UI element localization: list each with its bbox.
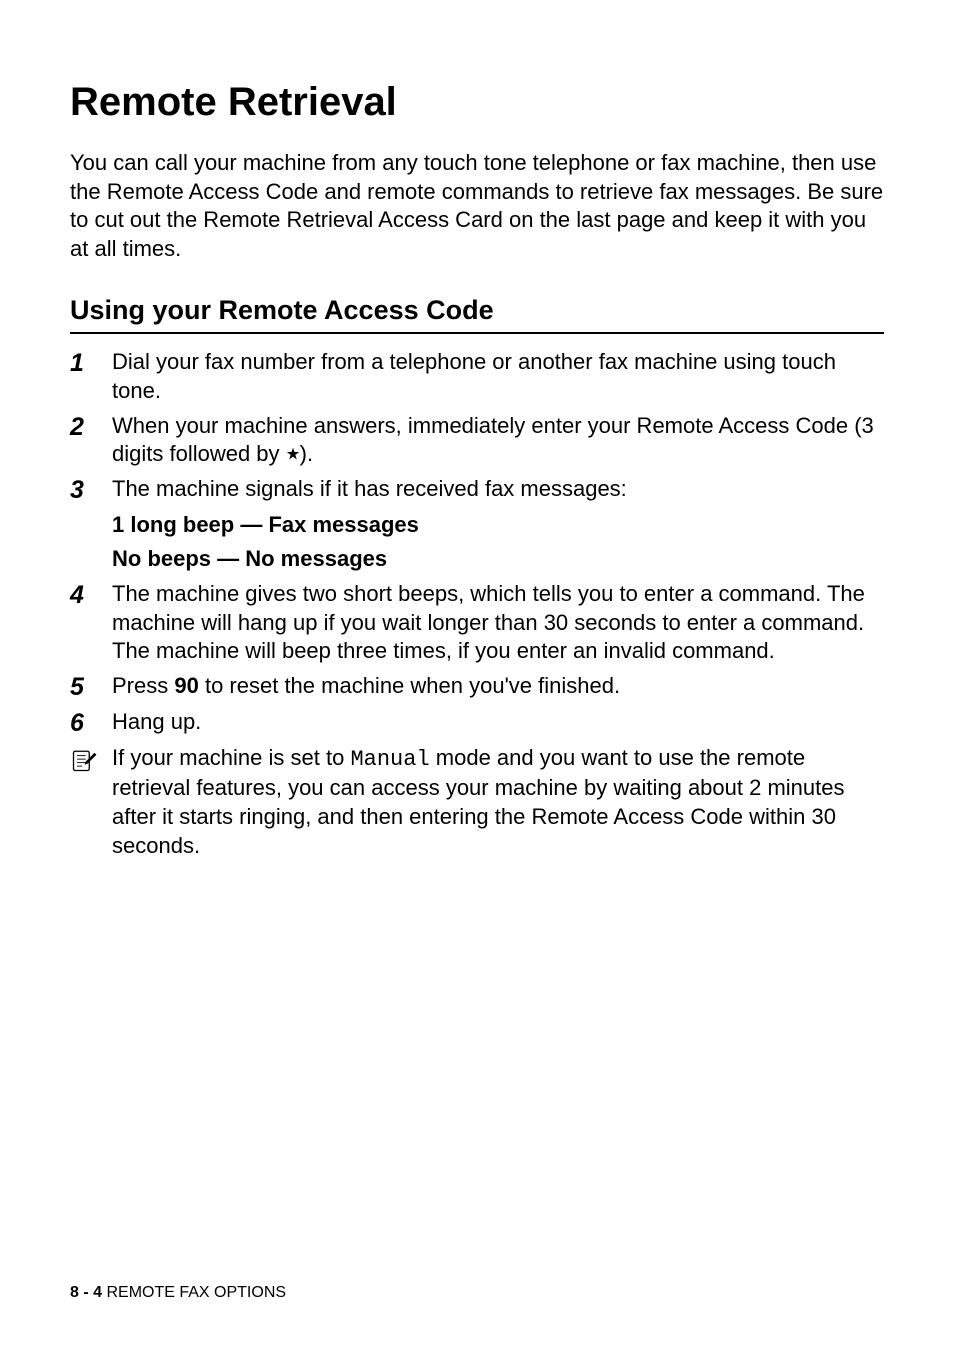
step-3-signal-fax: 1 long beep — Fax messages: [112, 511, 884, 540]
step-5: 5 Press 90 to reset the machine when you…: [70, 672, 884, 702]
step-5-key: 90: [174, 673, 198, 698]
step-3-signal-none: No beeps — No messages: [112, 545, 884, 574]
note-text: If your machine is set to Manual mode an…: [112, 744, 884, 860]
step-number: 3: [70, 475, 112, 505]
note-icon: [70, 744, 112, 774]
footer-page-number: 8 - 4: [70, 1284, 102, 1301]
step-text: The machine signals if it has received f…: [112, 475, 884, 504]
step-5-pre: Press: [112, 673, 174, 698]
step-1: 1 Dial your fax number from a telephone …: [70, 348, 884, 405]
step-3: 3 The machine signals if it has received…: [70, 475, 884, 505]
step-text: The machine gives two short beeps, which…: [112, 580, 884, 666]
step-text: Hang up.: [112, 708, 884, 737]
step-number: 6: [70, 708, 112, 738]
step-number: 2: [70, 412, 112, 442]
intro-paragraph: You can call your machine from any touch…: [70, 149, 884, 263]
section-heading: Using your Remote Access Code: [70, 295, 884, 334]
step-5-post: to reset the machine when you've finishe…: [199, 673, 620, 698]
step-2-pre: When your machine answers, immediately e…: [112, 413, 874, 467]
step-number: 4: [70, 580, 112, 610]
note: If your machine is set to Manual mode an…: [70, 744, 884, 860]
page-footer: 8 - 4 REMOTE FAX OPTIONS: [70, 1284, 286, 1302]
step-text: When your machine answers, immediately e…: [112, 412, 884, 469]
footer-section: REMOTE FAX OPTIONS: [106, 1284, 286, 1301]
step-4: 4 The machine gives two short beeps, whi…: [70, 580, 884, 666]
note-mono: Manual: [350, 747, 429, 772]
document-page: Remote Retrieval You can call your machi…: [0, 0, 954, 1352]
step-number: 1: [70, 348, 112, 378]
step-2-post: ).: [300, 441, 313, 466]
star-icon: [286, 440, 300, 469]
note-pre: If your machine is set to: [112, 745, 350, 770]
step-text: Dial your fax number from a telephone or…: [112, 348, 884, 405]
step-6: 6 Hang up.: [70, 708, 884, 738]
steps-list: 1 Dial your fax number from a telephone …: [70, 348, 884, 860]
step-text: Press 90 to reset the machine when you'v…: [112, 672, 884, 701]
step-2: 2 When your machine answers, immediately…: [70, 412, 884, 469]
page-title: Remote Retrieval: [70, 80, 884, 125]
step-number: 5: [70, 672, 112, 702]
